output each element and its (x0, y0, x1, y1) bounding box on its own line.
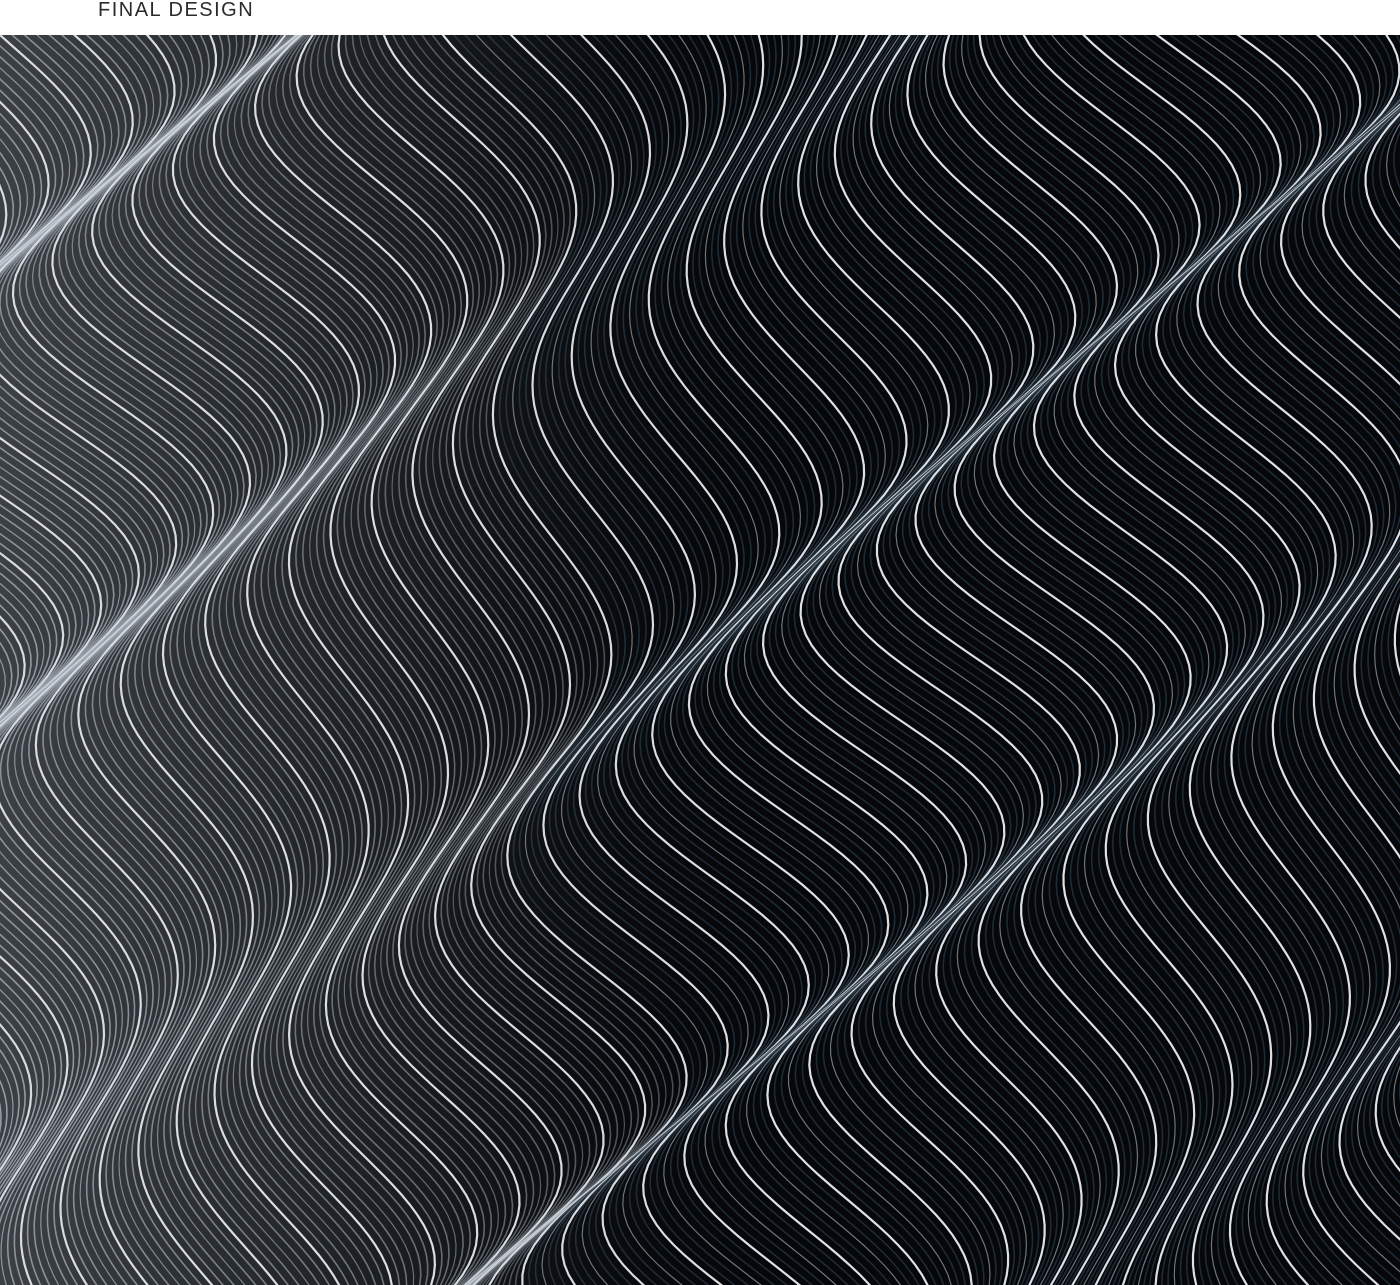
header-bar: FINAL DESIGN (0, 0, 1400, 35)
shade-overlay (0, 35, 1400, 1285)
page-title: FINAL DESIGN (98, 0, 255, 21)
wave-pattern-icon (0, 35, 1400, 1285)
page: FINAL DESIGN (0, 0, 1400, 1285)
wave-pattern-artwork (0, 35, 1400, 1285)
